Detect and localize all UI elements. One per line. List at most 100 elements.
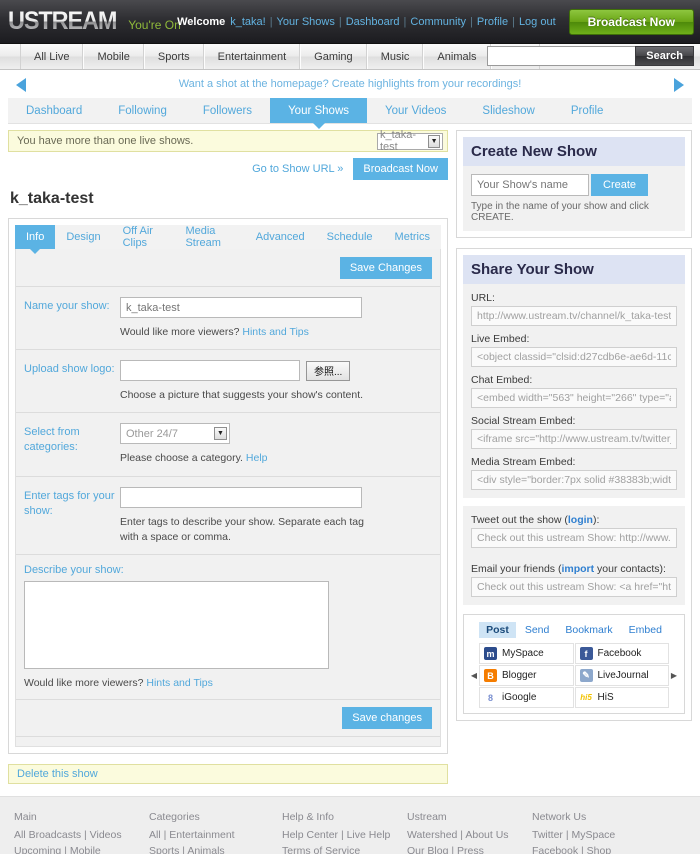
search-input[interactable] xyxy=(487,46,636,66)
share-url-input[interactable] xyxy=(471,306,677,326)
tweet-text-input[interactable] xyxy=(471,528,677,548)
footer-link-line[interactable]: Twitter | MySpace xyxy=(532,827,662,843)
create-show-button[interactable]: Create xyxy=(591,174,649,196)
browse-file-button[interactable]: 参照... xyxy=(306,360,351,381)
catnav-item-music[interactable]: Music xyxy=(366,44,424,69)
form-row-name: Name your show: Would like more viewers?… xyxy=(16,287,440,351)
share-service-label: iGoogle xyxy=(502,692,537,703)
nav-link-community[interactable]: Community xyxy=(410,16,466,28)
footer-link-line[interactable]: Terms of Service xyxy=(282,843,407,854)
share-show-body: URL: Live Embed: Chat Embed: Social Stre… xyxy=(463,284,685,498)
media-stream-embed-input[interactable] xyxy=(471,470,677,490)
broadcast-now-header-button[interactable]: Broadcast Now xyxy=(568,9,694,35)
import-contacts-link[interactable]: import xyxy=(561,563,594,575)
chevron-right-icon[interactable]: ▶ xyxy=(669,671,679,680)
category-hint: Please choose a category. Help xyxy=(120,451,370,466)
nav-link-dashboard[interactable]: Dashboard xyxy=(346,16,400,28)
promo-text[interactable]: Want a shot at the homepage? Create high… xyxy=(179,78,522,90)
share-tab-bookmark[interactable]: Bookmark xyxy=(558,622,619,638)
subtab-metrics[interactable]: Metrics xyxy=(384,225,441,249)
subtab-info[interactable]: Info xyxy=(15,225,56,254)
tab-your-videos[interactable]: Your Videos xyxy=(367,98,464,123)
live-embed-input[interactable] xyxy=(471,347,677,367)
nav-link-profile[interactable]: Profile xyxy=(477,16,508,28)
show-name-input[interactable] xyxy=(120,297,362,318)
category-select[interactable]: Other 24/7 ▼ xyxy=(120,423,230,445)
subtab-schedule[interactable]: Schedule xyxy=(316,225,384,249)
footer-link-line[interactable]: Facebook | Shop xyxy=(532,843,662,854)
go-to-show-url-link[interactable]: Go to Show URL » xyxy=(252,163,343,175)
footer-link-line[interactable]: Help Center | Live Help xyxy=(282,827,407,843)
catnav-item-sports[interactable]: Sports xyxy=(143,44,204,69)
footer-link-line[interactable]: Our Blog | Press xyxy=(407,843,532,854)
share-service-hi5[interactable]: hi5 HiS xyxy=(574,687,669,708)
subtab-advanced[interactable]: Advanced xyxy=(245,225,316,249)
search-button[interactable]: Search xyxy=(635,46,694,66)
subtab-media-stream[interactable]: Media Stream xyxy=(174,225,244,249)
tweet-label-post: ): xyxy=(592,514,600,526)
show-selector-dropdown[interactable]: k_taka-test ▼ xyxy=(377,129,443,153)
tweet-login-link[interactable]: login xyxy=(568,514,593,526)
catnav-item-gaming[interactable]: Gaming xyxy=(300,44,367,69)
describe-hints-and-tips-link[interactable]: Hints and Tips xyxy=(146,677,213,689)
tags-hint: Enter tags to describe your show. Separa… xyxy=(120,515,364,543)
nav-link-your-shows[interactable]: Your Shows xyxy=(277,16,335,28)
chat-embed-input[interactable] xyxy=(471,388,677,408)
chevron-left-icon[interactable]: ◀ xyxy=(469,671,479,680)
blogger-icon: B xyxy=(484,669,497,682)
footer-link-line[interactable]: Upcoming | Mobile xyxy=(14,843,149,854)
create-new-show-heading: Create New Show xyxy=(463,137,685,166)
new-show-name-input[interactable] xyxy=(471,174,589,196)
hints-and-tips-link[interactable]: Hints and Tips xyxy=(242,326,309,338)
promo-prev-arrow-icon[interactable] xyxy=(16,78,26,92)
show-tags-input[interactable] xyxy=(120,486,362,508)
delete-show-link[interactable]: Delete this show xyxy=(17,768,98,780)
tab-following[interactable]: Following xyxy=(100,98,185,123)
footer-link-line[interactable]: All | Entertainment xyxy=(149,827,282,843)
share-tab-embed[interactable]: Embed xyxy=(622,622,669,638)
footer-link-line[interactable]: Sports | Animals xyxy=(149,843,282,854)
share-service-livejournal[interactable]: ✎ LiveJournal xyxy=(574,665,669,686)
share-service-facebook[interactable]: f Facebook xyxy=(574,643,669,664)
nav-link-logout[interactable]: Log out xyxy=(519,16,556,28)
tab-your-shows[interactable]: Your Shows xyxy=(270,98,368,129)
tab-followers[interactable]: Followers xyxy=(185,98,270,123)
tab-dashboard[interactable]: Dashboard xyxy=(8,98,100,123)
footer-heading: Ustream xyxy=(407,811,447,824)
tab-slideshow[interactable]: Slideshow xyxy=(464,98,552,123)
facebook-icon: f xyxy=(579,647,593,660)
footer-column-help: Help & Info Help Center | Live Help Term… xyxy=(282,809,407,854)
tweet-label: Tweet out the show (login): xyxy=(471,514,677,526)
subtab-off-air-clips[interactable]: Off Air Clips xyxy=(112,225,175,249)
save-changes-top-button[interactable]: Save Changes xyxy=(339,257,432,279)
share-service-blogger[interactable]: B Blogger xyxy=(479,665,574,686)
share-service-label: Facebook xyxy=(597,648,642,659)
footer-link-line[interactable]: All Broadcasts | Videos xyxy=(14,827,149,843)
show-logo-file-input[interactable] xyxy=(120,360,300,382)
share-service-igoogle[interactable]: 8 iGoogle xyxy=(479,687,574,708)
share-service-grid: m MySpace f Facebook B Blogger ✎ LiveJou… xyxy=(479,643,669,708)
catnav-item-all-live[interactable]: All Live xyxy=(20,44,84,69)
catnav-item-animals[interactable]: Animals xyxy=(423,44,491,69)
share-service-myspace[interactable]: m MySpace xyxy=(479,643,574,664)
show-description-textarea[interactable] xyxy=(24,581,329,670)
site-logo[interactable]: USTREAM You're On xyxy=(8,7,181,36)
livejournal-icon: ✎ xyxy=(579,669,593,682)
tab-profile[interactable]: Profile xyxy=(553,98,622,123)
catnav-item-mobile[interactable]: Mobile xyxy=(83,44,144,69)
subtab-design[interactable]: Design xyxy=(55,225,111,249)
welcome-username[interactable]: k_taka! xyxy=(230,16,265,28)
category-help-link[interactable]: Help xyxy=(246,452,268,464)
search-area: Search xyxy=(487,46,694,66)
share-tab-post[interactable]: Post xyxy=(479,622,516,638)
save-changes-bottom-button[interactable]: Save changes xyxy=(342,707,432,730)
promo-next-arrow-icon[interactable] xyxy=(674,78,684,92)
share-tab-send[interactable]: Send xyxy=(518,622,557,638)
logo-hint: Choose a picture that suggests your show… xyxy=(120,389,364,402)
footer-link-line[interactable]: Watershed | About Us xyxy=(407,827,532,843)
footer-column-categories: Categories All | Entertainment Sports | … xyxy=(149,809,282,854)
broadcast-now-button[interactable]: Broadcast Now xyxy=(353,158,448,180)
social-stream-embed-input[interactable] xyxy=(471,429,677,449)
catnav-item-entertainment[interactable]: Entertainment xyxy=(203,44,301,69)
email-text-input[interactable] xyxy=(471,577,677,597)
